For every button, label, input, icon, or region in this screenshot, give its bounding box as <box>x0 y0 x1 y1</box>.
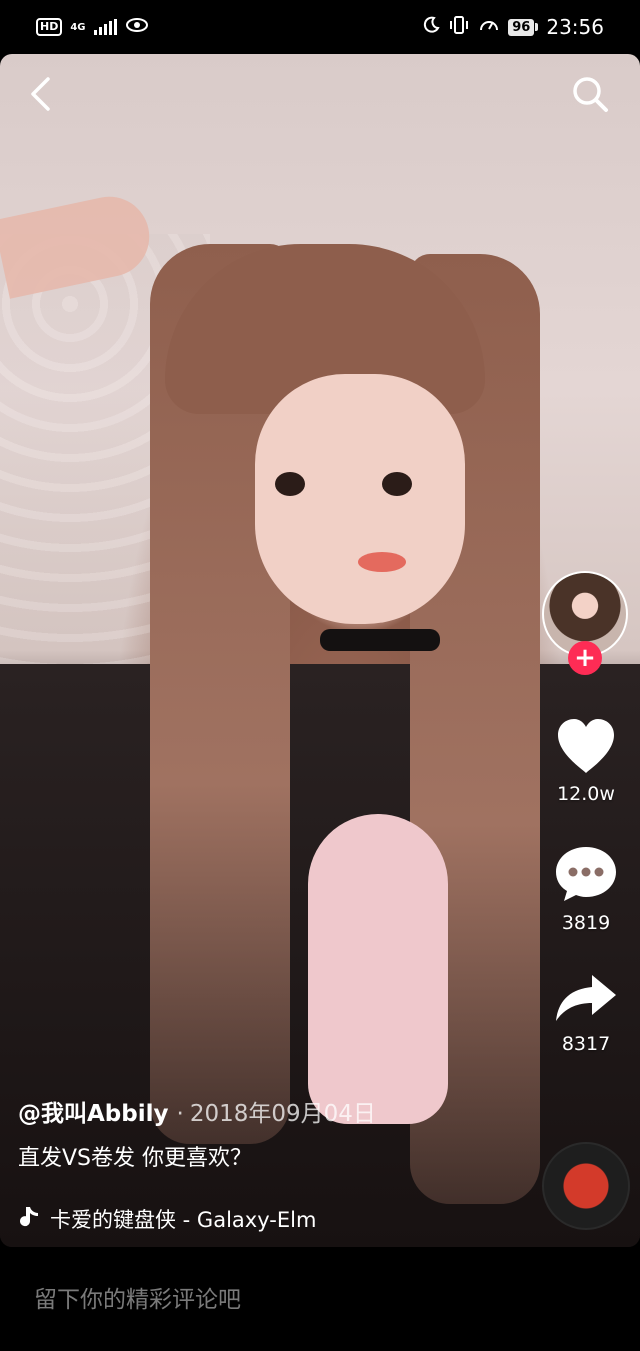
like-button[interactable]: 12.0w <box>536 717 636 805</box>
video-eye-left <box>275 472 305 496</box>
speed-icon <box>478 15 500 40</box>
video-face <box>255 374 465 624</box>
clock: 23:56 <box>546 15 604 39</box>
battery-level: 96 <box>508 18 535 36</box>
author-name[interactable]: @我叫Abbily <box>18 1094 169 1128</box>
comment-count: 3819 <box>561 912 611 934</box>
follow-button[interactable]: + <box>568 641 602 675</box>
comment-button[interactable]: 3819 <box>536 844 636 934</box>
share-button[interactable]: 8317 <box>536 971 636 1055</box>
search-icon <box>570 74 610 118</box>
music-disc[interactable] <box>542 1142 630 1230</box>
video-mouth <box>358 552 406 572</box>
music-title: 卡爱的键盘侠 - Galaxy-Elm <box>50 1208 317 1232</box>
video-choker <box>320 629 440 651</box>
separator-dot: · <box>176 1101 184 1127</box>
back-button[interactable] <box>16 72 64 120</box>
author-line: @我叫Abbily · 2018年09月04日 <box>18 1094 518 1128</box>
vibrate-icon <box>448 15 470 40</box>
comment-bar <box>0 1247 640 1351</box>
status-right: 96 23:56 <box>422 15 604 40</box>
video-shirt-print <box>308 814 448 1124</box>
music-line[interactable]: 卡爱的键盘侠 - Galaxy-Elm <box>18 1204 518 1234</box>
publish-date: 2018年09月04日 <box>189 1101 376 1127</box>
eye-icon <box>125 16 149 38</box>
hd-badge: HD <box>36 18 63 36</box>
video-caption: 直发VS卷发 你更喜欢？ <box>18 1146 253 1171</box>
moon-icon <box>422 16 440 39</box>
search-button[interactable] <box>566 72 614 120</box>
video-player[interactable]: + 12.0w 3819 8317 @我叫Abbily · 2018年09月04… <box>0 54 640 1247</box>
chevron-left-icon <box>28 76 52 116</box>
video-info: @我叫Abbily · 2018年09月04日 直发VS卷发 你更喜欢？ 卡爱的… <box>18 1094 518 1234</box>
author-avatar-group: + <box>542 571 628 675</box>
music-note-icon <box>18 1205 40 1234</box>
signal-icon <box>93 19 117 35</box>
status-left: HD 4G <box>36 16 149 38</box>
share-arrow-icon <box>554 971 618 1029</box>
share-count: 8317 <box>561 1033 611 1055</box>
speech-bubble-icon <box>554 844 618 908</box>
network-label: 4G <box>70 21 86 33</box>
like-count: 12.0w <box>557 783 615 805</box>
status-bar: HD 4G 96 23:56 <box>0 0 640 54</box>
comment-input[interactable] <box>34 1287 594 1313</box>
battery-icon: 96 <box>508 18 539 36</box>
heart-icon <box>554 717 618 779</box>
plus-icon: + <box>574 643 596 673</box>
video-eye-right <box>382 472 412 496</box>
